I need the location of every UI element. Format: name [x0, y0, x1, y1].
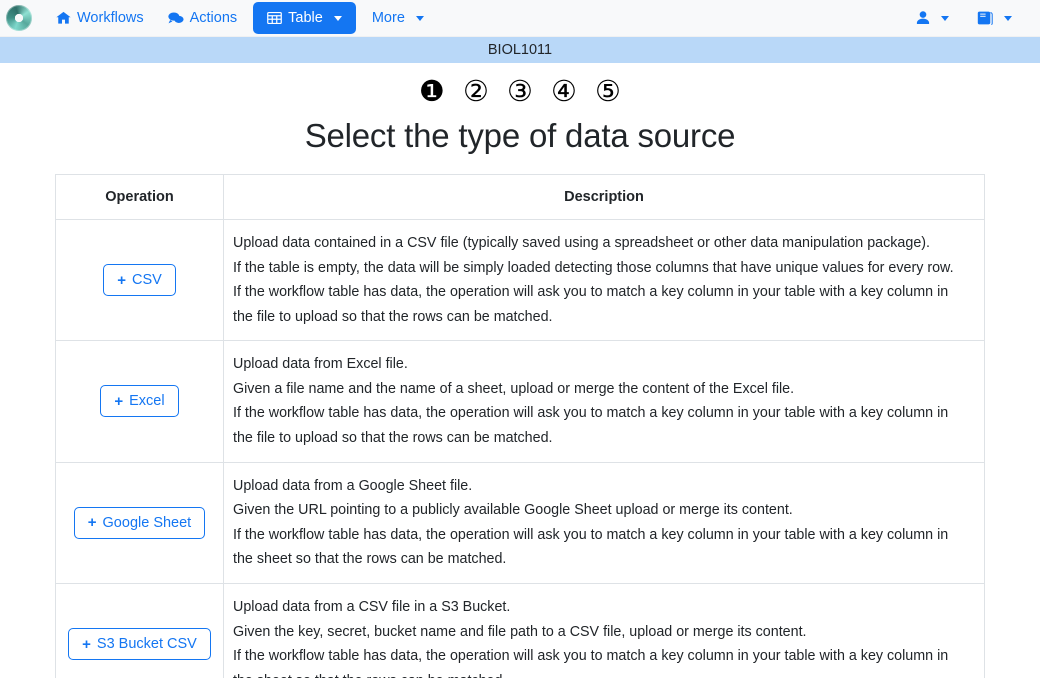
- operation-cell: + Excel: [55, 340, 224, 463]
- description-line: the file to upload so that the rows can …: [233, 308, 553, 325]
- column-header-description: Description: [223, 174, 985, 220]
- user-menu[interactable]: [910, 4, 955, 32]
- add-s3-bucket-csv-button-label: S3 Bucket CSV: [96, 636, 197, 653]
- table-row: + CSV Upload data contained in a CSV fil…: [55, 218, 985, 342]
- nav-item-workflows-label: Workflows: [77, 10, 144, 26]
- description-line: Given a file name and the name of a shee…: [233, 380, 795, 397]
- plus-icon: +: [82, 635, 91, 653]
- description-line: the file to upload so that the rows can …: [233, 430, 553, 447]
- book-icon: [977, 11, 993, 25]
- wizard-step-3[interactable]: ③: [507, 76, 533, 106]
- chevron-down-icon: [1004, 15, 1012, 21]
- description-line: If the workflow table has data, the oper…: [233, 405, 949, 422]
- plus-icon: +: [117, 271, 126, 289]
- operation-cell: + CSV: [55, 218, 224, 342]
- wizard-step-4[interactable]: ④: [551, 76, 577, 106]
- description-line: the sheet so that the rows can be matche…: [233, 551, 507, 568]
- column-header-operation: Operation: [55, 174, 224, 220]
- nav-item-more-label: More: [371, 10, 405, 26]
- ontask-logo-icon: [6, 5, 32, 31]
- add-csv-button[interactable]: + CSV: [103, 264, 176, 297]
- description-line: Given the key, secret, bucket name and f…: [233, 623, 807, 640]
- chevron-down-icon: [941, 15, 949, 21]
- description-line: Upload data from a Google Sheet file.: [233, 477, 473, 494]
- add-s3-bucket-csv-button[interactable]: + S3 Bucket CSV: [68, 628, 211, 661]
- operation-cell: + Google Sheet: [55, 461, 224, 584]
- operation-cell: + S3 Bucket CSV: [55, 582, 224, 678]
- user-icon: [916, 11, 930, 25]
- add-google-sheet-button[interactable]: + Google Sheet: [73, 506, 206, 539]
- wizard-step-indicator: ❶ ② ③ ④ ⑤: [0, 71, 1040, 111]
- description-line: If the table is empty, the data will be …: [233, 259, 954, 276]
- description-line: Upload data from a CSV file in a S3 Buck…: [233, 598, 511, 615]
- description-cell: Upload data from a Google Sheet file. Gi…: [223, 461, 985, 584]
- nav-item-table-label: Table: [288, 10, 323, 26]
- plus-icon: +: [87, 514, 97, 532]
- app-logo[interactable]: [2, 0, 36, 37]
- nav-item-workflows[interactable]: Workflows: [44, 3, 156, 33]
- data-source-table: Operation Description + CSV Upload data …: [55, 174, 985, 678]
- nav-item-actions[interactable]: Actions: [156, 3, 250, 33]
- add-excel-button[interactable]: + Excel: [100, 385, 179, 418]
- plus-icon: +: [114, 392, 124, 410]
- description-line: Upload data from Excel file.: [233, 356, 408, 373]
- top-navbar: Workflows Actions Table More: [0, 0, 1040, 37]
- navbar-right-menu: [910, 4, 1028, 32]
- table-body: + CSV Upload data contained in a CSV fil…: [55, 218, 985, 678]
- navbar-menu: Workflows Actions Table More: [44, 2, 436, 34]
- description-line: Upload data contained in a CSV file (typ…: [233, 235, 931, 251]
- home-icon: [56, 11, 71, 25]
- add-csv-button-label: CSV: [131, 272, 162, 289]
- wizard-step-1[interactable]: ❶: [419, 76, 445, 106]
- description-line: If the workflow table has data, the oper…: [233, 526, 949, 543]
- add-google-sheet-button-label: Google Sheet: [102, 514, 192, 531]
- table-row: + Google Sheet Upload data from a Google…: [55, 461, 985, 584]
- description-line: If the workflow table has data, the oper…: [233, 648, 949, 665]
- data-source-table-wrapper: Operation Description + CSV Upload data …: [55, 174, 985, 678]
- nav-item-table[interactable]: Table: [253, 2, 356, 34]
- description-cell: Upload data contained in a CSV file (typ…: [223, 218, 985, 342]
- description-line: the sheet so that the rows can be matche…: [233, 669, 975, 678]
- chevron-down-icon: [415, 15, 424, 21]
- table-header-row: Operation Description: [55, 174, 985, 220]
- description-cell: Upload data from a CSV file in a S3 Buck…: [223, 582, 985, 678]
- chevron-down-icon: [333, 15, 342, 21]
- description-line: Given the URL pointing to a publicly ava…: [233, 502, 793, 519]
- wizard-step-2[interactable]: ②: [463, 76, 489, 106]
- add-excel-button-label: Excel: [129, 393, 165, 410]
- comments-icon: [167, 11, 184, 25]
- nav-item-actions-label: Actions: [189, 10, 238, 26]
- docs-menu[interactable]: [971, 4, 1018, 32]
- wizard-step-5[interactable]: ⑤: [595, 76, 621, 106]
- course-banner-label: BIOL1011: [487, 42, 553, 58]
- page-title: Select the type of data source: [304, 117, 736, 154]
- description-line: If the workflow table has data, the oper…: [233, 284, 949, 301]
- table-row: + Excel Upload data from Excel file. Giv…: [55, 340, 985, 463]
- course-banner: BIOL1011: [0, 37, 1040, 63]
- table-grid-icon: [267, 11, 283, 25]
- description-cell: Upload data from Excel file. Given a fil…: [223, 340, 985, 463]
- nav-item-more[interactable]: More: [360, 3, 436, 33]
- table-head: Operation Description: [55, 174, 985, 220]
- table-row: + S3 Bucket CSV Upload data from a CSV f…: [55, 582, 985, 678]
